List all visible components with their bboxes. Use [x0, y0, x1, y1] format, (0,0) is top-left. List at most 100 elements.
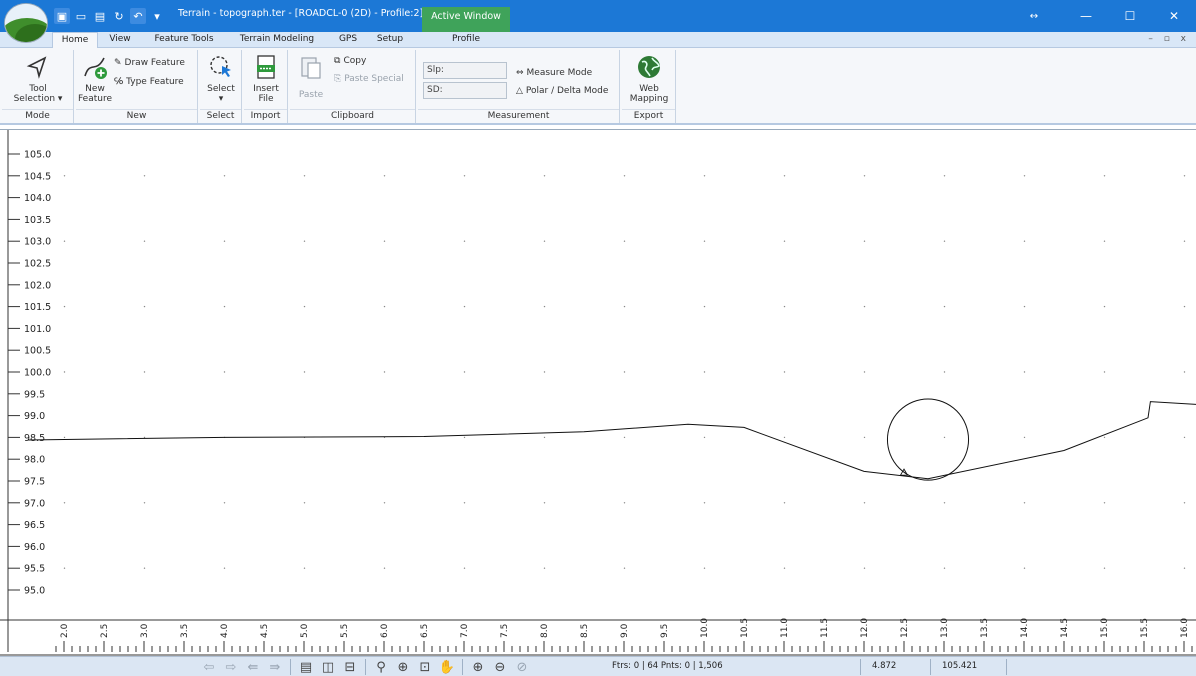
x-tick-label: 3.0 [140, 623, 150, 638]
grid-dot [143, 305, 146, 308]
x-tick-label: 13.5 [980, 618, 990, 638]
refresh-icon[interactable]: ↻ [111, 8, 127, 24]
close-button[interactable]: ✕ [1152, 0, 1196, 32]
tab-gps[interactable]: GPS [330, 32, 366, 48]
first-view-icon[interactable]: ⇚ [244, 658, 262, 676]
paste-button[interactable]: Paste [294, 52, 328, 100]
last-view-icon[interactable]: ⇛ [266, 658, 284, 676]
grid-dot [943, 567, 946, 569]
undo-icon[interactable]: ↶ [130, 8, 146, 24]
x-tick-label: 7.5 [500, 624, 510, 638]
grid-dot [383, 240, 386, 242]
save-icon[interactable]: ▤ [92, 8, 108, 24]
tab-profile[interactable]: Profile [440, 32, 492, 48]
grid-dots [63, 175, 1186, 569]
sd-field[interactable]: SD: [423, 82, 507, 99]
zoom-window-icon[interactable]: ⊕ [394, 658, 412, 676]
active-window-tab[interactable]: Active Window [422, 7, 510, 32]
print-icon[interactable]: ▤ [297, 658, 315, 676]
zoom-lock-icon[interactable]: ⊡ [416, 658, 434, 676]
measurement-circle [886, 398, 970, 481]
zoom-extents-icon[interactable]: ⊘ [513, 658, 531, 676]
y-tick-label: 105.0 [24, 150, 51, 161]
profile-plot[interactable]: 105.0 104.5 104.0 103.5 103.0 102.5 102.0 101.5… [0, 130, 1196, 656]
application-window: ▣ ▭ ▤ ↻ ↶ ▾ Terrain - topograph.ter - [R… [0, 0, 1196, 676]
group-import: Insert File Import [244, 50, 288, 123]
grid-dot [863, 567, 866, 569]
grid-dot [383, 175, 386, 177]
grid-dot [143, 502, 146, 504]
y-tick-label: 99.5 [24, 389, 45, 400]
maximize-button[interactable]: ☐ [1108, 0, 1152, 32]
x-tick-label: 10.5 [740, 618, 750, 638]
grid-dot [463, 567, 466, 569]
slp-field[interactable]: Slp: [423, 62, 507, 79]
grid-dot [463, 436, 466, 439]
new-file-icon[interactable]: ▣ [54, 8, 70, 24]
grid-dot [703, 305, 706, 308]
x-tick-label: 9.5 [660, 624, 670, 638]
prev-view-icon[interactable]: ⇦ [200, 658, 218, 676]
select-button[interactable]: Select ▾ [202, 52, 240, 104]
grid-dot [623, 175, 626, 177]
minimize-button[interactable]: — [1064, 0, 1108, 32]
y-coordinate-readout: 105.421 [942, 661, 978, 671]
vertical-split-icon[interactable]: ◫ [319, 658, 337, 676]
grid-dot [783, 305, 786, 308]
tab-home[interactable]: Home [52, 32, 98, 49]
mdi-window-controls[interactable]: – ▫ x [1148, 34, 1190, 44]
grid-dot [463, 240, 466, 242]
select-label: Select [207, 84, 235, 94]
draw-feature-button[interactable]: ✎ Draw Feature [114, 56, 185, 70]
type-feature-button[interactable]: ℅ Type Feature [114, 75, 184, 89]
paste-special-button[interactable]: ⎘ Paste Special [334, 72, 404, 86]
zoom-icon[interactable]: ⚲ [372, 658, 390, 676]
polar-delta-mode-button[interactable]: △ Polar / Delta Mode [516, 84, 608, 98]
app-menu-orb-icon[interactable] [4, 3, 48, 43]
grid-dot [623, 436, 626, 439]
tab-terrain-modeling[interactable]: Terrain Modeling [232, 32, 322, 48]
insert-file-button[interactable]: Insert File [246, 52, 286, 104]
type-feature-icon: ℅ [114, 77, 124, 87]
grid-dot [703, 175, 706, 177]
x-coordinate-readout: 4.872 [872, 661, 897, 671]
tab-setup[interactable]: Setup [370, 32, 410, 48]
tab-view[interactable]: View [100, 32, 140, 48]
zoom-out-icon[interactable]: ⊖ [491, 658, 509, 676]
web-mapping-button[interactable]: Web Mapping [624, 52, 674, 104]
grid-dot [463, 305, 466, 308]
zoom-in-icon[interactable]: ⊕ [469, 658, 487, 676]
tool-selection-button[interactable]: Tool Selection ▾ [4, 52, 72, 104]
measure-mode-button[interactable]: ⇔ Measure Mode [516, 66, 592, 80]
grid-dot [543, 371, 546, 373]
grid-dot [143, 175, 146, 177]
grid-dot [303, 371, 306, 373]
x-tick-label: 10.0 [700, 618, 710, 638]
x-tick-label: 14.0 [1020, 618, 1030, 638]
grid-dot [783, 240, 786, 242]
new-feature-button[interactable]: New Feature [78, 52, 112, 104]
customize-dropdown-icon[interactable]: ▾ [149, 8, 165, 24]
grid-dot [623, 567, 626, 569]
open-file-icon[interactable]: ▭ [73, 8, 89, 24]
features-points-count: Ftrs: 0 | 64 Pnts: 0 | 1,506 [612, 661, 723, 671]
y-tick-label: 96.5 [24, 520, 45, 531]
copy-button[interactable]: ⧉ Copy [334, 54, 366, 68]
resize-icon[interactable]: ↔ [1004, 0, 1064, 32]
pencil-icon: ✎ [114, 58, 122, 68]
group-new: New Feature ✎ Draw Feature ℅ Type Featur… [76, 50, 198, 123]
grid-dot [703, 240, 706, 242]
group-new-label: New [76, 109, 197, 123]
grid-dot [943, 436, 946, 439]
grid-dot [223, 371, 226, 373]
horizontal-split-icon[interactable]: ⊟ [341, 658, 359, 676]
tab-feature-tools[interactable]: Feature Tools [146, 32, 222, 48]
x-tick-label: 2.5 [100, 624, 110, 638]
grid-dot [943, 305, 946, 308]
insert-file-icon [257, 55, 275, 79]
pan-hand-icon[interactable]: ✋ [438, 658, 456, 676]
next-view-icon[interactable]: ⇨ [222, 658, 240, 676]
grid-dot [143, 240, 146, 242]
grid-dot [703, 502, 706, 504]
x-tick-label: 15.0 [1100, 618, 1110, 638]
